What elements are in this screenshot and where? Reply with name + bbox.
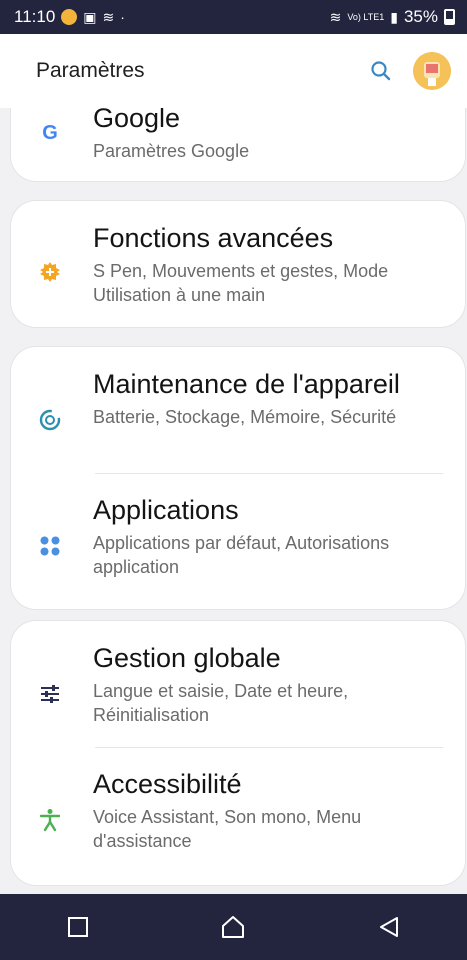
- list-item-device-maintenance[interactable]: Maintenance de l'appareil Batterie, Stoc…: [11, 367, 467, 467]
- svg-text:G: G: [42, 122, 58, 144]
- navigation-bar: [0, 894, 467, 960]
- settings-screen: 11:10 ▣ ≋ · ≋ Vo) LTE1 ▮ 35% Paramètres: [0, 0, 467, 960]
- home-icon: [222, 916, 245, 938]
- item-title: Fonctions avancées: [93, 223, 334, 253]
- item-subtitle: Voice Assistant, Son mono, Menu d'assist…: [93, 807, 362, 851]
- accessibility-icon: [37, 807, 63, 833]
- network-label: Vo) LTE1: [347, 11, 385, 22]
- item-title: Accessibilité: [93, 769, 242, 799]
- list-item-applications[interactable]: Applications Applications par défaut, Au…: [11, 493, 467, 593]
- card-advanced: Fonctions avancées S Pen, Mouvements et …: [10, 200, 466, 328]
- back-icon: [380, 917, 399, 937]
- avatar-icon: [413, 52, 451, 90]
- list-item-advanced-features[interactable]: Fonctions avancées S Pen, Mouvements et …: [11, 221, 467, 321]
- item-subtitle: S Pen, Mouvements et gestes, Mode Utilis…: [93, 261, 389, 305]
- page-title: Paramètres: [36, 59, 145, 82]
- signal-icon: ▮: [390, 9, 398, 25]
- apps-grid-icon: [37, 533, 63, 559]
- item-title: Maintenance de l'appareil: [93, 369, 400, 399]
- status-left: 11:10 ▣ ≋ ·: [14, 7, 125, 27]
- avatar[interactable]: [413, 52, 451, 90]
- item-subtitle: Paramètres Google: [93, 141, 250, 161]
- search-button[interactable]: [367, 57, 395, 85]
- item-text-general: Gestion globale Langue et saisie, Date e…: [93, 641, 453, 727]
- list-item-accessibility[interactable]: Accessibilité Voice Assistant, Son mono,…: [11, 767, 467, 867]
- sliders-icon: [37, 681, 63, 707]
- back-button[interactable]: [359, 897, 419, 957]
- item-title: Google: [93, 108, 181, 133]
- item-text-advanced: Fonctions avancées S Pen, Mouvements et …: [93, 221, 453, 307]
- search-icon: [371, 61, 391, 81]
- status-time: 11:10: [14, 7, 56, 26]
- item-text-maintenance: Maintenance de l'appareil Batterie, Stoc…: [93, 367, 453, 429]
- item-text-applications: Applications Applications par défaut, Au…: [93, 493, 453, 579]
- more-notifications-icon: ·: [120, 9, 125, 25]
- battery-icon: [444, 9, 455, 25]
- list-item-general-management[interactable]: Gestion globale Langue et saisie, Date e…: [11, 641, 467, 741]
- item-title: Gestion globale: [93, 643, 281, 673]
- notification-icon: [61, 9, 78, 25]
- item-text-accessibility: Accessibilité Voice Assistant, Son mono,…: [93, 767, 453, 853]
- app-header: Paramètres: [0, 34, 467, 108]
- status-right: ≋ Vo) LTE1 ▮ 35%: [330, 7, 455, 27]
- gallery-icon: ▣: [83, 9, 97, 25]
- gear-plus-icon: [37, 259, 63, 285]
- item-text-google: Google Paramètres Google: [93, 108, 453, 163]
- item-subtitle: Langue et saisie, Date et heure, Réiniti…: [93, 681, 349, 725]
- card-device: Maintenance de l'appareil Batterie, Stoc…: [10, 346, 466, 610]
- divider: [95, 747, 443, 748]
- header-actions: [367, 52, 451, 90]
- status-bar: 11:10 ▣ ≋ · ≋ Vo) LTE1 ▮ 35%: [0, 0, 467, 34]
- home-button[interactable]: [203, 897, 263, 957]
- recent-apps-icon: [67, 917, 88, 937]
- google-icon: G: [37, 119, 63, 145]
- wifi-sync-icon: ≋: [102, 9, 115, 25]
- card-google: G Google Paramètres Google: [10, 108, 466, 182]
- settings-list[interactable]: G Google Paramètres Google Fonctions ava…: [0, 108, 467, 894]
- wifi-icon: ≋: [329, 9, 342, 25]
- device-care-icon: [37, 407, 63, 433]
- item-subtitle: Batterie, Stockage, Mémoire, Sécurité: [93, 407, 397, 427]
- divider: [95, 473, 443, 474]
- card-general: Gestion globale Langue et saisie, Date e…: [10, 620, 466, 886]
- battery-percent: 35%: [403, 7, 438, 26]
- recent-apps-button[interactable]: [48, 897, 108, 957]
- item-title: Applications: [93, 495, 239, 525]
- item-subtitle: Applications par défaut, Autorisations a…: [93, 533, 390, 577]
- list-item-google[interactable]: G Google Paramètres Google: [11, 108, 467, 181]
